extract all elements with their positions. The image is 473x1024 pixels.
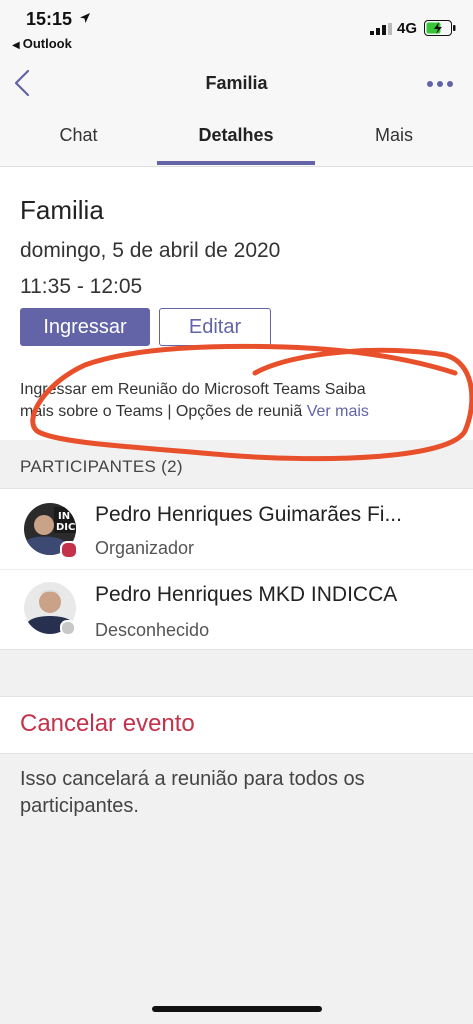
back-app-label: Outlook <box>22 36 72 51</box>
presence-busy-icon <box>60 541 78 559</box>
status-time: 15:15 <box>26 9 73 29</box>
event-time: 11:35 - 12:05 <box>20 275 143 298</box>
participants-header: PARTICIPANTES (2) <box>20 457 183 476</box>
tab-detalhes[interactable]: Detalhes <box>157 125 315 146</box>
page-title: Familia <box>205 73 268 93</box>
participant-name: Pedro Henriques Guimarães Fi... <box>95 503 402 526</box>
participant-role: Desconhecido <box>95 620 210 640</box>
tab-chat[interactable]: Chat <box>0 125 157 146</box>
participant-name: Pedro Henriques MKD INDICCA <box>95 583 398 606</box>
event-title: Familia <box>20 195 104 225</box>
more-dots-icon[interactable] <box>426 80 454 88</box>
event-date: domingo, 5 de abril de 2020 <box>20 239 281 262</box>
participant-role: Organizador <box>95 538 195 558</box>
participant-row[interactable]: IN DIC Pedro Henriques Guimarães Fi... O… <box>0 489 473 569</box>
edit-button[interactable]: Editar <box>159 308 271 346</box>
svg-text:DIC: DIC <box>56 522 75 533</box>
back-to-app-link[interactable]: ◀ Outlook <box>12 36 72 51</box>
participant-row[interactable]: Pedro Henriques MKD INDICCA Desconhecido <box>0 569 473 650</box>
annotation-scribble <box>30 343 473 462</box>
svg-text:IN: IN <box>58 511 70 522</box>
battery-charging-icon <box>424 20 456 36</box>
back-triangle-icon: ◀ <box>12 40 20 51</box>
cancel-event-button[interactable]: Cancelar evento <box>20 710 195 738</box>
status-bar: 15:15 ◀ Outlook 4G <box>0 0 473 58</box>
cancel-note: Isso cancelará a reunião para todos os p… <box>20 768 365 817</box>
presence-unknown-icon <box>60 620 76 636</box>
active-tab-indicator <box>157 161 315 165</box>
home-indicator[interactable] <box>152 1006 322 1012</box>
join-button[interactable]: Ingressar <box>20 308 150 346</box>
tab-bar: Chat Detalhes Mais <box>0 110 473 167</box>
network-type: 4G <box>397 20 418 37</box>
nav-bar: Familia <box>0 58 473 110</box>
tab-mais[interactable]: Mais <box>315 125 473 146</box>
participants-list: IN DIC Pedro Henriques Guimarães Fi... O… <box>0 488 473 650</box>
cancel-event-row[interactable]: Cancelar evento <box>0 696 473 754</box>
location-arrow-icon <box>80 13 90 23</box>
signal-icon <box>370 23 392 35</box>
